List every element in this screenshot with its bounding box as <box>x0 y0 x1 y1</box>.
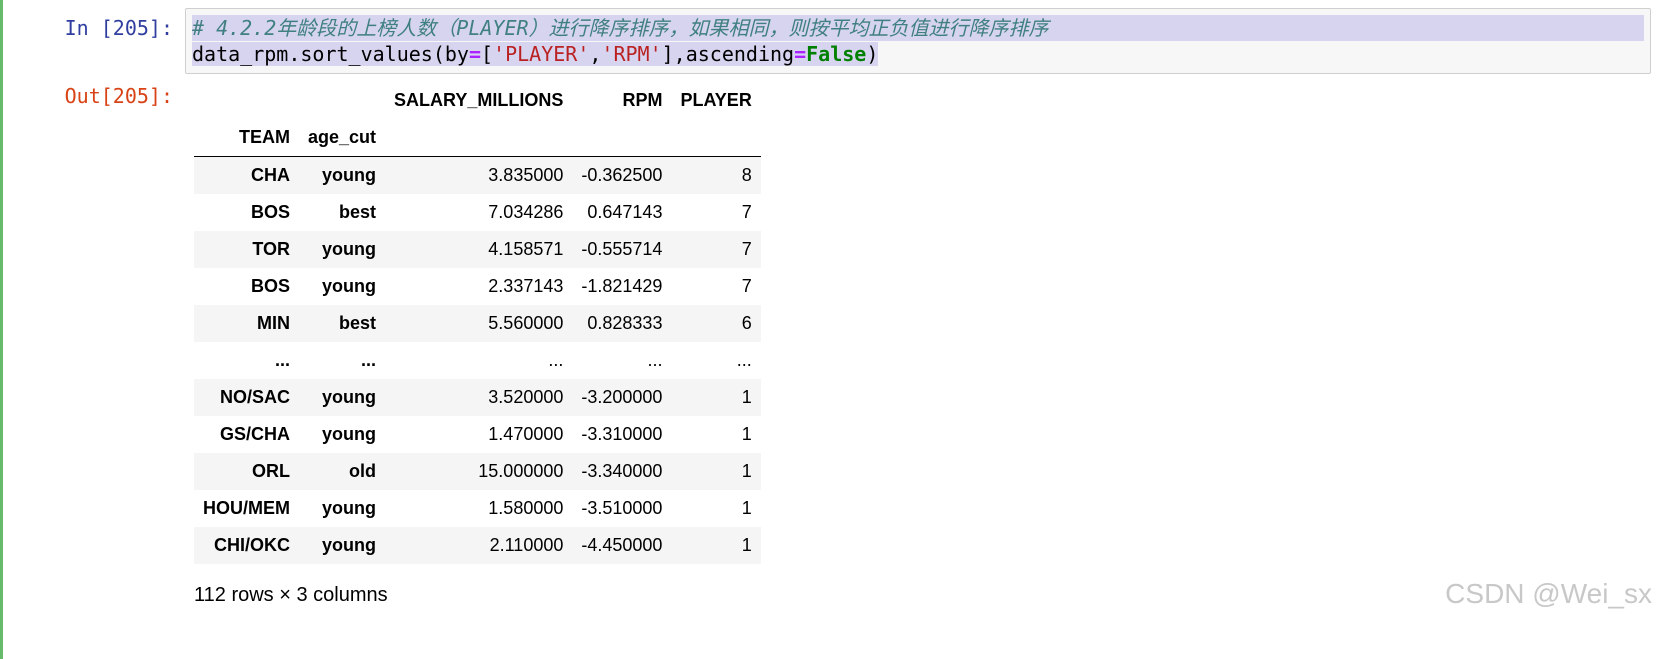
row-team: BOS <box>250 202 290 222</box>
cell-player: 1 <box>741 424 752 444</box>
blank-header <box>194 82 299 119</box>
code-string: 'PLAYER' <box>493 42 590 66</box>
code-statement: data_rpm.sort_values(by=['PLAYER','RPM']… <box>192 42 879 66</box>
cell-rpm: -0.362500 <box>581 165 663 185</box>
code-token: ) <box>866 42 879 66</box>
table-row: CHA young 3.835000 -0.362500 8 <box>194 156 761 194</box>
blank-header <box>671 119 761 157</box>
row-team: CHA <box>251 165 290 185</box>
cell-rpm: 0.647143 <box>587 202 663 222</box>
cell-salary: ... <box>548 350 564 370</box>
row-age-cut: young <box>322 239 377 259</box>
cell-salary: 2.337143 <box>488 276 564 296</box>
code-token: data_rpm.sort_values(by <box>192 42 469 66</box>
row-age-cut: young <box>322 165 377 185</box>
row-team: ORL <box>252 461 290 481</box>
column-header-row: SALARY_MILLIONS RPM PLAYER <box>194 82 761 119</box>
cell-player: 1 <box>741 498 752 518</box>
row-age-cut: young <box>322 535 377 555</box>
blank-header <box>385 119 573 157</box>
row-age-cut: best <box>339 202 377 222</box>
code-comment: # 4.2.2年龄段的上榜人数（PLAYER）进行降序排序，如果相同，则按平均正… <box>192 15 1644 41</box>
dataframe-shape-note: 112 rows × 3 columns <box>194 584 388 606</box>
row-age-cut: young <box>322 424 377 444</box>
cell-salary: 2.110000 <box>489 535 564 555</box>
table-row: CHI/OKC young 2.110000 -4.450000 1 <box>194 527 761 564</box>
index-name: age_cut <box>299 119 386 157</box>
cell-player: 7 <box>741 239 752 259</box>
index-name-row: TEAM age_cut <box>194 119 761 157</box>
table-row: BOS best 7.034286 0.647143 7 <box>194 194 761 231</box>
row-age-cut: best <box>339 313 377 333</box>
cell-rpm: -3.510000 <box>581 498 663 518</box>
cell-rpm: -0.555714 <box>581 239 663 259</box>
cell-player: 6 <box>741 313 752 333</box>
cell-player: 1 <box>741 387 752 407</box>
cell-salary: 3.520000 <box>488 387 564 407</box>
index-name: TEAM <box>194 119 299 157</box>
code-token: , <box>589 42 602 66</box>
cell-salary: 3.835000 <box>488 165 564 185</box>
cell-rpm: -3.310000 <box>581 424 663 444</box>
code-token: [ <box>481 42 494 66</box>
code-line-1: # 4.2.2年龄段的上榜人数（PLAYER）进行降序排序，如果相同，则按平均正… <box>192 15 1644 41</box>
column-header: RPM <box>622 90 663 110</box>
code-operator: = <box>468 42 481 66</box>
cell-rpm: -3.200000 <box>581 387 663 407</box>
table-row-ellipsis: ... ... ... ... ... <box>194 342 761 379</box>
cell-rpm: -1.821429 <box>581 276 663 296</box>
cell-rpm: 0.828333 <box>587 313 663 333</box>
row-team: ... <box>274 350 290 370</box>
blank-header <box>572 119 672 157</box>
cell-rpm: -3.340000 <box>581 461 663 481</box>
code-keyword: False <box>806 42 867 66</box>
cell-salary: 4.158571 <box>488 239 564 259</box>
cell-player: 7 <box>741 202 752 222</box>
notebook-cell[interactable]: In [205]: # 4.2.2年龄段的上榜人数（PLAYER）进行降序排序，… <box>0 0 1658 659</box>
row-team: NO/SAC <box>219 387 290 407</box>
code-editor[interactable]: # 4.2.2年龄段的上榜人数（PLAYER）进行降序排序，如果相同，则按平均正… <box>185 8 1651 74</box>
code-line-2: data_rpm.sort_values(by=['PLAYER','RPM']… <box>192 41 1644 67</box>
dataframe-table: SALARY_MILLIONS RPM PLAYER TEAM age_cut … <box>194 82 761 564</box>
cell-rpm: -4.450000 <box>581 535 663 555</box>
row-age-cut: young <box>322 498 377 518</box>
row-team: HOU/MEM <box>203 498 290 518</box>
cell-rpm: ... <box>647 350 663 370</box>
code-string: 'RPM' <box>601 42 662 66</box>
table-row: BOS young 2.337143 -1.821429 7 <box>194 268 761 305</box>
row-age-cut: ... <box>361 350 377 370</box>
cell-player: 1 <box>741 535 752 555</box>
cell-player: 8 <box>741 165 752 185</box>
column-header: PLAYER <box>680 90 752 110</box>
cell-salary: 7.034286 <box>488 202 564 222</box>
cell-salary: 1.470000 <box>488 424 564 444</box>
column-header: SALARY_MILLIONS <box>394 90 564 110</box>
table-row: TOR young 4.158571 -0.555714 7 <box>194 231 761 268</box>
input-prompt: In [205]: <box>64 16 173 40</box>
watermark: CSDN @Wei_sx <box>1445 578 1652 609</box>
output-prompt: Out[205]: <box>64 84 173 108</box>
row-age-cut: young <box>322 387 377 407</box>
code-token: ],ascending <box>661 42 795 66</box>
table-row: GS/CHA young 1.470000 -3.310000 1 <box>194 416 761 453</box>
code-operator: = <box>794 42 807 66</box>
row-age-cut: old <box>349 461 377 481</box>
cell-player: 7 <box>741 276 752 296</box>
row-team: TOR <box>252 239 290 259</box>
row-team: GS/CHA <box>219 424 290 444</box>
table-row: MIN best 5.560000 0.828333 6 <box>194 305 761 342</box>
cell-salary: 1.580000 <box>488 498 564 518</box>
cell-player: 1 <box>741 461 752 481</box>
table-row: NO/SAC young 3.520000 -3.200000 1 <box>194 379 761 416</box>
cell-player: ... <box>736 350 752 370</box>
row-team: MIN <box>257 313 290 333</box>
cell-salary: 5.560000 <box>488 313 564 333</box>
row-age-cut: young <box>322 276 377 296</box>
blank-header <box>299 82 385 119</box>
row-team: BOS <box>250 276 290 296</box>
table-row: HOU/MEM young 1.580000 -3.510000 1 <box>194 490 761 527</box>
cell-salary: 15.000000 <box>478 461 564 481</box>
table-row: ORL old 15.000000 -3.340000 1 <box>194 453 761 490</box>
row-team: CHI/OKC <box>214 535 290 555</box>
